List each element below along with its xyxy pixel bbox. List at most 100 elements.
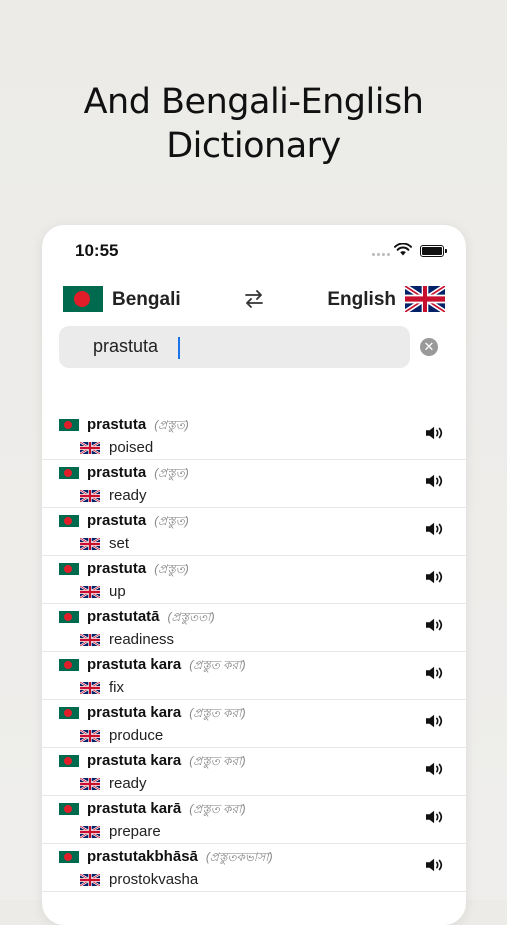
result-term: prastutakbhāsā <box>87 848 198 865</box>
result-word: prastuta (প্রস্তুত) <box>87 416 189 437</box>
result-native-script: (প্রস্তুততা) <box>167 610 215 624</box>
bangladesh-flag-icon[interactable] <box>63 286 103 312</box>
bangladesh-flag-icon <box>59 851 79 863</box>
source-language-label[interactable]: Bengali <box>112 289 181 311</box>
bangladesh-flag-icon <box>59 755 79 767</box>
result-term: prastuta <box>87 512 147 529</box>
result-native-script: (প্রস্তুত) <box>154 418 189 432</box>
result-translation: fix <box>109 679 124 696</box>
uk-flag-icon <box>79 872 101 888</box>
cellular-signal-icon <box>372 253 390 256</box>
promo-headline: And Bengali-English Dictionary <box>0 80 507 168</box>
result-word: prastutakbhāsā (প্রস্তুতকভাসা) <box>87 848 273 869</box>
language-bar: Bengali English <box>42 283 466 317</box>
text-cursor <box>178 337 180 359</box>
result-row[interactable]: prastutakbhāsā (প্রস্তুতকভাসা) prostokvash… <box>42 844 466 892</box>
result-row[interactable]: prastuta kara (প্রস্তুত করা) fix <box>42 652 466 700</box>
result-row[interactable]: prastuta (প্রস্তুত) ready <box>42 460 466 508</box>
result-translation: prepare <box>109 823 161 840</box>
speaker-icon[interactable] <box>424 424 446 442</box>
bangladesh-flag-icon <box>59 611 79 623</box>
result-translation: prostokvasha <box>109 871 199 888</box>
bangladesh-flag-icon <box>59 467 79 479</box>
result-translation: ready <box>109 487 147 504</box>
status-bar: 10:55 <box>42 225 466 275</box>
result-term: prastuta kara <box>87 656 182 673</box>
result-native-script: (প্রস্তুত) <box>154 466 189 480</box>
speaker-icon[interactable] <box>424 808 446 826</box>
result-native-script: (প্রস্তুত করা) <box>189 706 246 720</box>
promo-line-1: And Bengali-English <box>83 82 424 122</box>
result-term: prastuta <box>87 464 147 481</box>
result-word: prastuta (প্রস্তুত) <box>87 464 189 485</box>
promo-line-2: Dictionary <box>166 126 341 166</box>
speaker-icon[interactable] <box>424 856 446 874</box>
result-word: prastuta (প্রস্তুত) <box>87 512 189 533</box>
result-word: prastuta kara (প্রস্তুত করা) <box>87 704 246 725</box>
bangladesh-flag-icon <box>59 419 79 431</box>
result-translation: produce <box>109 727 164 744</box>
uk-flag-icon <box>79 488 101 504</box>
uk-flag-icon <box>79 584 101 600</box>
speaker-icon[interactable] <box>424 664 446 682</box>
speaker-icon[interactable] <box>424 568 446 586</box>
uk-flag-icon[interactable] <box>405 286 445 312</box>
result-translation: poised <box>109 439 154 456</box>
result-native-script: (প্রস্তুত করা) <box>189 658 246 672</box>
result-word: prastuta kara (প্রস্তুত করা) <box>87 656 246 677</box>
result-term: prastutatā <box>87 608 160 625</box>
result-row[interactable]: prastuta (প্রস্তুত) up <box>42 556 466 604</box>
speaker-icon[interactable] <box>424 520 446 538</box>
result-translation: readiness <box>109 631 175 648</box>
result-term: prastuta <box>87 560 147 577</box>
search-field[interactable] <box>59 326 410 368</box>
result-native-script: (প্রস্তুত) <box>154 562 189 576</box>
result-row[interactable]: prastutatā (প্রস্তুততা) readiness <box>42 604 466 652</box>
result-native-script: (প্রস্তুত করা) <box>189 754 246 768</box>
speaker-icon[interactable] <box>424 616 446 634</box>
uk-flag-icon <box>79 728 101 744</box>
clear-x-icon[interactable]: ✕ <box>420 338 438 356</box>
battery-icon <box>420 245 447 257</box>
result-translation: set <box>109 535 130 552</box>
result-row[interactable]: prastuta karā (প্রস্তুত করা) prepare <box>42 796 466 844</box>
result-native-script: (প্রস্তুতকভাসা) <box>205 850 273 864</box>
result-term: prastuta kara <box>87 752 182 769</box>
uk-flag-icon <box>79 824 101 840</box>
result-term: prastuta karā <box>87 800 182 817</box>
result-term: prastuta <box>87 416 147 433</box>
search-input[interactable] <box>93 336 393 357</box>
result-row[interactable]: prastuta kara (প্রস্তুত করা) produce <box>42 700 466 748</box>
bangladesh-flag-icon <box>59 659 79 671</box>
result-translation: up <box>109 583 126 600</box>
uk-flag-icon <box>79 440 101 456</box>
result-word: prastutatā (প্রস্তুততা) <box>87 608 215 629</box>
result-native-script: (প্রস্তুত করা) <box>189 802 246 816</box>
uk-flag-icon <box>79 536 101 552</box>
bangladesh-flag-icon <box>59 515 79 527</box>
result-word: prastuta karā (প্রস্তুত করা) <box>87 800 246 821</box>
result-row[interactable]: prastuta kara (প্রস্তুত করা) ready <box>42 748 466 796</box>
result-row[interactable]: prastuta (প্রস্তুত) set <box>42 508 466 556</box>
results-list: prastuta (প্রস্তুত) poised prastuta (প্রস্তু… <box>42 412 466 892</box>
swap-arrows-icon[interactable] <box>242 287 266 311</box>
speaker-icon[interactable] <box>424 712 446 730</box>
speaker-icon[interactable] <box>424 760 446 778</box>
phone-screen: 10:55 Bengali English ✕ prastuta( <box>42 225 466 925</box>
result-word: prastuta kara (প্রস্তুত করা) <box>87 752 246 773</box>
bangladesh-flag-icon <box>59 563 79 575</box>
uk-flag-icon <box>79 632 101 648</box>
result-row[interactable]: prastuta (প্রস্তুত) poised <box>42 412 466 460</box>
result-native-script: (প্রস্তুত) <box>154 514 189 528</box>
result-term: prastuta kara <box>87 704 182 721</box>
bangladesh-flag-icon <box>59 707 79 719</box>
wifi-icon <box>394 243 412 256</box>
speaker-icon[interactable] <box>424 472 446 490</box>
target-language-label[interactable]: English <box>327 289 396 311</box>
result-translation: ready <box>109 775 147 792</box>
uk-flag-icon <box>79 776 101 792</box>
bangladesh-flag-icon <box>59 803 79 815</box>
result-word: prastuta (প্রস্তুত) <box>87 560 189 581</box>
uk-flag-icon <box>79 680 101 696</box>
status-time: 10:55 <box>75 241 119 260</box>
